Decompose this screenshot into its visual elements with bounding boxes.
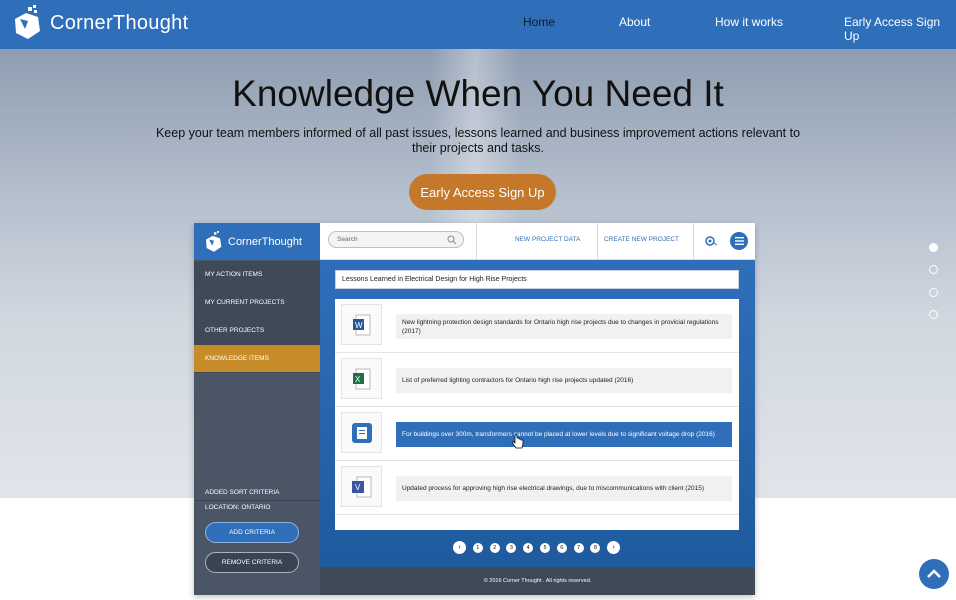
top-navbar: CornerThought Home About How it works Ea…: [0, 0, 956, 49]
slide-dot-2[interactable]: [929, 265, 938, 274]
toolbar-divider: [597, 223, 598, 260]
app-brand-name: CornerThought: [228, 235, 302, 248]
svg-text:V: V: [355, 483, 361, 492]
nav-home[interactable]: Home: [523, 15, 555, 29]
word-doc-icon: W: [341, 304, 382, 345]
svg-text:W: W: [355, 321, 363, 330]
brand-name: CornerThought: [50, 11, 189, 34]
notification-icon[interactable]: [704, 235, 718, 247]
prev-page-button[interactable]: ‹: [453, 541, 466, 554]
brand-logo[interactable]: CornerThought: [12, 5, 188, 41]
app-preview: CornerThought MY ACTION ITEMS MY CURRENT…: [194, 223, 755, 595]
list-item-text: New lightning protection design standard…: [396, 314, 732, 339]
hero-title: Knowledge When You Need It: [232, 73, 724, 114]
page-button-3[interactable]: 3: [506, 542, 517, 553]
svg-text:X: X: [355, 375, 361, 384]
app-toolbar: Search NEW PROJECT DATA CREATE NEW PROJE…: [320, 223, 755, 260]
list-item[interactable]: V Updated process for approving high ris…: [335, 461, 739, 515]
list-title: Lessons Learned in Electrical Design for…: [335, 270, 739, 289]
nav-how-it-works[interactable]: How it works: [715, 15, 783, 29]
app-sidebar: CornerThought MY ACTION ITEMS MY CURRENT…: [194, 223, 320, 595]
nav-about[interactable]: About: [619, 15, 650, 29]
location-criteria: LOCATION: ONTARIO: [205, 504, 271, 511]
page-button-8[interactable]: 8: [590, 542, 601, 553]
slide-dot-3[interactable]: [929, 288, 938, 297]
sidebar-item-other-projects[interactable]: OTHER PROJECTS: [194, 317, 320, 345]
menu-button[interactable]: [730, 232, 748, 250]
app-logo[interactable]: CornerThought: [194, 223, 320, 260]
page-button-6[interactable]: 6: [556, 542, 567, 553]
slide-dot-4[interactable]: [929, 310, 938, 319]
hero-subtitle: Keep your team members informed of all p…: [155, 126, 801, 155]
slide-dot-1[interactable]: [929, 243, 938, 252]
toolbar-divider: [476, 223, 477, 260]
hamburger-menu-icon: [734, 237, 744, 245]
sort-criteria-label: ADDED SORT CRITERIA: [205, 489, 280, 496]
page-button-7[interactable]: 7: [573, 542, 584, 553]
sidebar-item-my-current-projects[interactable]: MY CURRENT PROJECTS: [194, 289, 320, 317]
list-item[interactable]: X List of preferred lighting contractors…: [335, 353, 739, 407]
search-input[interactable]: Search: [328, 231, 464, 248]
page-button-4[interactable]: 4: [523, 542, 534, 553]
sidebar-item-knowledge-items[interactable]: KNOWLEDGE ITEMS: [194, 345, 320, 373]
pagination: ‹ 1 2 3 4 5 6 7 8 ›: [453, 541, 627, 554]
excel-doc-icon: X: [341, 358, 382, 399]
create-new-project-link[interactable]: CREATE NEW PROJECT: [604, 236, 679, 243]
list-item-text: List of preferred lighting contractors f…: [396, 368, 732, 393]
app-footer: © 2016 Corner Thought . All rights reser…: [320, 567, 755, 595]
page-button-5[interactable]: 5: [539, 542, 550, 553]
scroll-to-top-button[interactable]: [919, 559, 949, 589]
knowledge-panel: Lessons Learned in Electrical Design for…: [320, 260, 755, 567]
early-access-button[interactable]: Early Access Sign Up: [409, 174, 556, 210]
list-item[interactable]: W New lightning protection design standa…: [335, 299, 739, 353]
next-page-button[interactable]: ›: [607, 541, 621, 554]
nav-early-access[interactable]: Early Access Sign Up: [844, 15, 956, 43]
cornerthought-logo-icon: [15, 5, 40, 39]
page-button-2[interactable]: 2: [489, 542, 500, 553]
page-button-1[interactable]: 1: [472, 542, 483, 553]
visio-doc-icon: V: [341, 466, 382, 507]
cornerthought-logo-icon: [206, 230, 222, 252]
list-item-text: Updated process for approving high rise …: [396, 476, 732, 501]
add-criteria-button[interactable]: ADD CRITERIA: [205, 522, 299, 543]
toolbar-divider: [693, 223, 694, 260]
list-item-selected[interactable]: For buildings over 300m, transformers ca…: [335, 407, 739, 461]
new-project-data-link[interactable]: NEW PROJECT DATA: [515, 236, 580, 243]
search-icon: [447, 235, 457, 245]
hand-cursor-icon: [511, 434, 524, 449]
search-placeholder: Search: [337, 236, 358, 243]
knowledge-list: W New lightning protection design standa…: [335, 299, 739, 530]
sidebar-divider: [194, 500, 320, 501]
document-icon: [341, 412, 382, 453]
list-item-text: For buildings over 300m, transformers ca…: [396, 422, 732, 447]
sidebar-item-my-action-items[interactable]: MY ACTION ITEMS: [194, 261, 320, 289]
remove-criteria-button[interactable]: REMOVE CRITERIA: [205, 552, 299, 573]
chevron-up-icon: [927, 569, 941, 578]
